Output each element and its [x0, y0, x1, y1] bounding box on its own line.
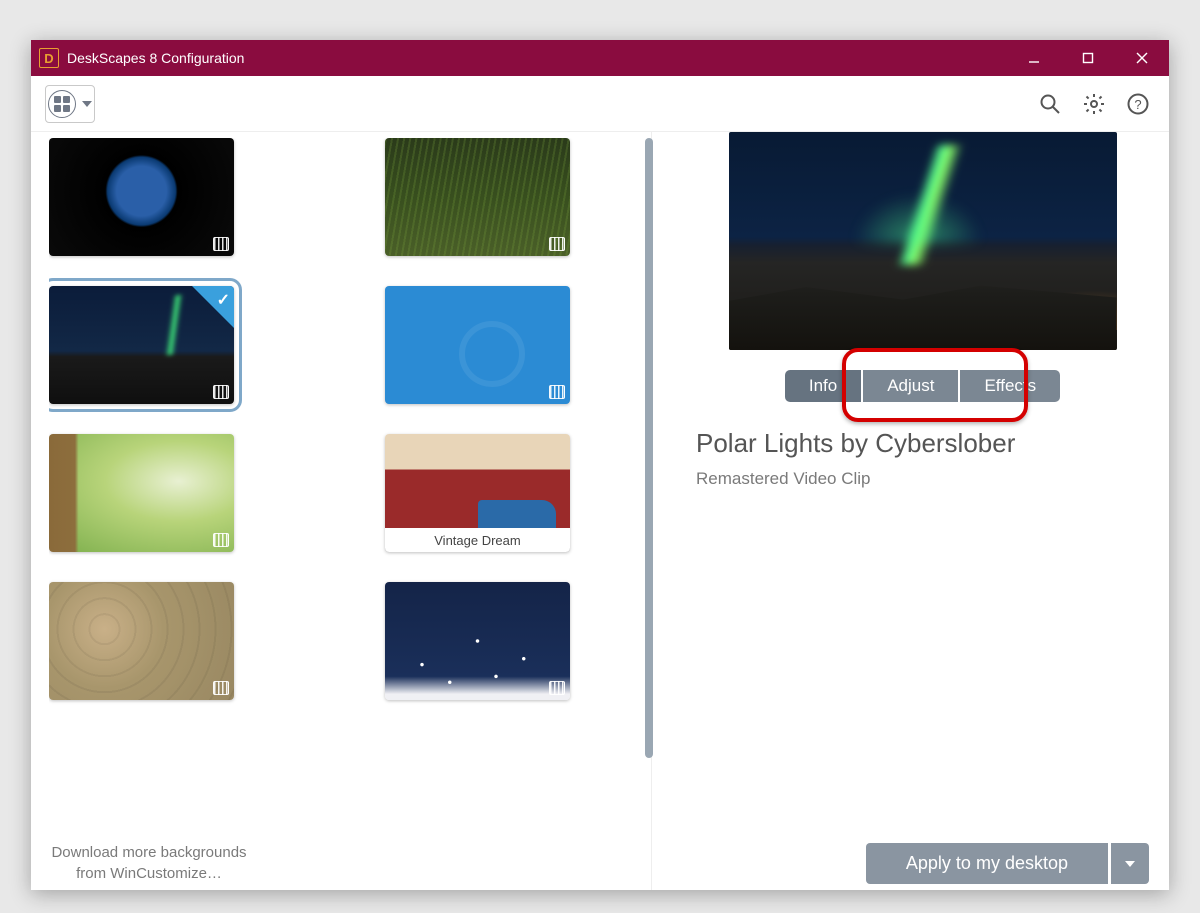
wallpaper-preview — [729, 132, 1117, 350]
wallpaper-thumbnail[interactable] — [385, 582, 570, 700]
thumbnail-caption: Vintage Dream — [385, 528, 570, 552]
svg-text:?: ? — [1134, 97, 1141, 112]
detail-panel: Info Adjust Effects Polar Lights by Cybe… — [651, 132, 1169, 890]
minimize-button[interactable] — [1007, 40, 1061, 76]
video-badge-icon — [213, 385, 229, 399]
close-button[interactable] — [1115, 40, 1169, 76]
wallpaper-thumbnail-selected[interactable] — [49, 286, 234, 404]
gallery-scrollbar[interactable] — [645, 138, 653, 758]
selected-check-icon — [192, 286, 234, 328]
wallpaper-subtitle: Remastered Video Clip — [696, 469, 1149, 489]
wallpaper-thumbnail[interactable] — [49, 434, 234, 552]
video-badge-icon — [213, 533, 229, 547]
video-badge-icon — [213, 681, 229, 695]
wallpaper-thumbnail[interactable] — [49, 138, 234, 256]
search-icon[interactable] — [1033, 87, 1067, 121]
video-badge-icon — [549, 237, 565, 251]
tab-info[interactable]: Info — [785, 370, 861, 402]
chevron-down-icon — [1125, 861, 1135, 867]
download-more-link[interactable]: Download more backgrounds from WinCustom… — [49, 824, 249, 890]
wallpaper-thumbnail[interactable]: Vintage Dream — [385, 434, 570, 552]
wallpaper-thumbnail[interactable] — [385, 138, 570, 256]
video-badge-icon — [549, 681, 565, 695]
wallpaper-gallery: Vintage Dream Download more backgrounds … — [31, 132, 651, 890]
video-badge-icon — [549, 385, 565, 399]
settings-icon[interactable] — [1077, 87, 1111, 121]
titlebar: D DeskScapes 8 Configuration — [31, 40, 1169, 76]
tab-effects[interactable]: Effects — [960, 370, 1060, 402]
wallpaper-thumbnail[interactable] — [385, 286, 570, 404]
view-mode-button[interactable] — [45, 85, 95, 123]
apply-dropdown-button[interactable] — [1111, 843, 1149, 884]
video-badge-icon — [213, 237, 229, 251]
window-title: DeskScapes 8 Configuration — [67, 50, 244, 66]
wallpaper-title: Polar Lights by Cyberslober — [696, 428, 1149, 459]
detail-tabs: Info Adjust Effects — [696, 370, 1149, 402]
maximize-button[interactable] — [1061, 40, 1115, 76]
app-window: D DeskScapes 8 Configuration ? — [31, 40, 1169, 890]
toolbar: ? — [31, 76, 1169, 132]
app-icon: D — [39, 48, 59, 68]
wallpaper-thumbnail[interactable] — [49, 582, 234, 700]
help-icon[interactable]: ? — [1121, 87, 1155, 121]
tab-adjust[interactable]: Adjust — [863, 370, 958, 402]
apply-button[interactable]: Apply to my desktop — [866, 843, 1108, 884]
